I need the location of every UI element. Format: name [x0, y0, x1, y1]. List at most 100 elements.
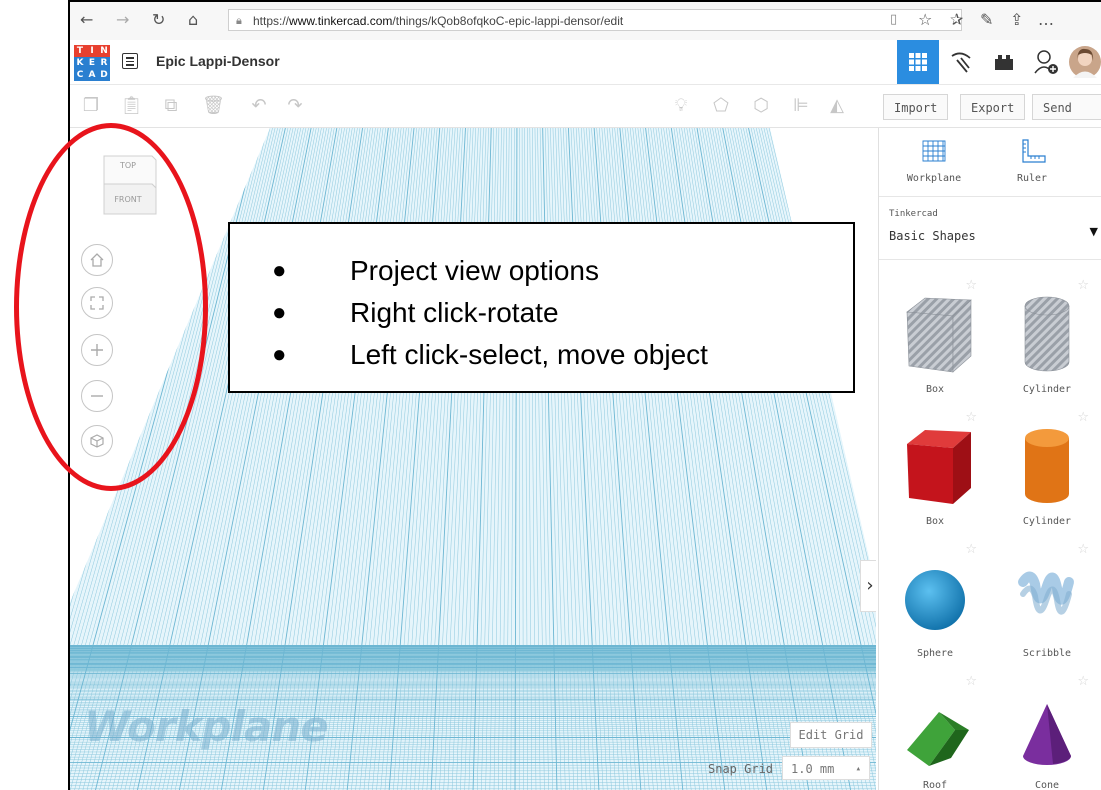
view-controls-highlight-ring: [14, 123, 208, 491]
group-icon[interactable]: ⬠: [710, 95, 732, 117]
favorite-star-icon[interactable]: ☆: [965, 278, 977, 293]
bricks-button[interactable]: [983, 40, 1025, 84]
sphere-icon: [905, 570, 965, 630]
logo-letter: T: [74, 45, 86, 57]
edit-grid-button[interactable]: Edit Grid: [790, 722, 872, 748]
shape-label: Roof: [922, 780, 948, 790]
favorite-star-icon[interactable]: ☆: [965, 542, 977, 557]
library-name: Basic Shapes: [889, 229, 976, 243]
box-hole-icon: [906, 297, 972, 373]
lock-icon: 🔒︎: [236, 15, 242, 27]
copy-icon[interactable]: ❐: [80, 95, 102, 117]
shape-label: Scribble: [1022, 648, 1072, 659]
project-title[interactable]: Epic Lappi-Densor: [156, 53, 280, 69]
add-user-icon: [1034, 50, 1058, 74]
forward-icon[interactable]: →: [116, 11, 129, 29]
logo-letter: I: [86, 45, 98, 57]
delete-icon[interactable]: 🗑︎: [202, 95, 225, 117]
workplane-icon: [922, 140, 946, 162]
mirror-icon[interactable]: ◭: [826, 95, 848, 117]
logo-letter: D: [98, 69, 110, 81]
shape-library-select[interactable]: Tinkercad Basic Shapes ▼: [879, 196, 1101, 260]
favorite-star-icon[interactable]: ☆: [1077, 674, 1089, 689]
favorite-star-icon[interactable]: ☆: [918, 11, 932, 29]
workplane-watermark: Workplane: [84, 702, 329, 751]
shape-tile-cylinder[interactable]: ☆ Cylinder: [991, 410, 1101, 540]
export-button[interactable]: Export: [960, 94, 1026, 120]
back-icon[interactable]: ←: [80, 11, 93, 29]
cylinder-icon: [1025, 429, 1069, 503]
avatar-image: [1068, 46, 1101, 78]
grid-icon: [909, 53, 927, 71]
favorite-star-icon[interactable]: ☆: [965, 674, 977, 689]
pen-icon[interactable]: ✎: [980, 11, 993, 29]
avatar[interactable]: [1066, 40, 1101, 84]
share-icon[interactable]: ⇪: [1010, 11, 1023, 29]
annotation-item: ● Project view options: [272, 255, 600, 286]
reading-view-icon[interactable]: ▯: [890, 11, 897, 29]
undo-icon[interactable]: ↶: [248, 95, 270, 117]
send-to-button[interactable]: Send To: [1032, 94, 1101, 141]
shape-tile-sphere[interactable]: ☆ Sphere: [879, 542, 991, 672]
shape-tile-cone[interactable]: ☆ Cone: [991, 674, 1101, 790]
shape-label: Cylinder: [1022, 516, 1072, 527]
annotation-callout: ● Project view options ● Right click-rotat…: [228, 222, 855, 393]
align-icon[interactable]: ⊫: [790, 95, 812, 117]
logo-letter: N: [98, 45, 110, 57]
3d-view-button[interactable]: [897, 40, 939, 84]
snap-grid-select[interactable]: 1.0 mm ▴: [782, 756, 870, 780]
ungroup-icon[interactable]: ⬡: [750, 95, 772, 117]
refresh-icon[interactable]: ↻: [152, 11, 165, 29]
panel-collapse-button[interactable]: ›: [860, 560, 876, 612]
cylinder-hole-icon: [1024, 296, 1070, 372]
import-button[interactable]: Import: [883, 94, 949, 120]
favorite-star-icon[interactable]: ☆: [1077, 410, 1089, 425]
url-bar[interactable]: 🔒︎ https://www.tinkercad.com/things/kQob8…: [228, 9, 962, 31]
logo-letter: R: [98, 57, 110, 69]
brick-icon: [995, 55, 1013, 70]
shape-tile-box-hole[interactable]: ☆ Box: [879, 278, 991, 408]
favorite-star-icon[interactable]: ☆: [1077, 542, 1089, 557]
edit-toolbar: ❐ 📋︎ ⧉ 🗑︎ ↶ ↷ 💡︎ ⬠ ⬡ ⊫ ◭ Import Export S…: [70, 85, 1101, 141]
annotation-item: ● Left click-select, move object: [272, 339, 708, 370]
shape-tile-roof[interactable]: ☆ Roof: [879, 674, 991, 790]
snap-grid-label: Snap Grid: [708, 762, 774, 776]
workplane-tool-label: Workplane: [906, 173, 962, 184]
shape-label: Cone: [1034, 780, 1060, 790]
ruler-tool[interactable]: Ruler: [987, 138, 1077, 184]
redo-icon[interactable]: ↷: [284, 95, 306, 117]
library-source: Tinkercad: [889, 209, 938, 219]
ruler-icon: [1022, 139, 1046, 163]
cone-icon: [1023, 704, 1071, 765]
annotation-list: ● Project view options ● Right click-rotat…: [272, 250, 708, 376]
more-icon[interactable]: …: [1038, 11, 1054, 29]
favorite-star-icon[interactable]: ☆: [965, 410, 977, 425]
logo-letter: E: [86, 57, 98, 69]
home-icon[interactable]: ⌂: [188, 11, 198, 29]
design-list-icon[interactable]: [122, 53, 138, 69]
dropdown-caret-icon: ▼: [1089, 225, 1098, 238]
shape-tile-scribble[interactable]: ☆ Scribble: [991, 542, 1101, 672]
browser-toolbar: ← → ↻ ⌂ 🔒︎ https://www.tinkercad.com/thin…: [70, 2, 1101, 41]
blocks-button[interactable]: [940, 40, 982, 84]
duplicate-icon[interactable]: ⧉: [160, 95, 182, 117]
favorite-star-icon[interactable]: ☆: [1077, 278, 1089, 293]
workplane-tool[interactable]: Workplane: [889, 138, 979, 184]
pickaxe-icon: [951, 52, 971, 73]
shape-label: Sphere: [916, 648, 954, 659]
scribble-icon: [1018, 571, 1074, 615]
logo-letter: C: [74, 69, 86, 81]
shape-tile-box[interactable]: ☆ Box: [879, 410, 991, 540]
box-icon: [907, 430, 971, 504]
app-header: TINKERCAD Epic Lappi-Densor: [70, 40, 1101, 85]
paste-icon[interactable]: 📋︎: [120, 95, 143, 117]
ruler-tool-label: Ruler: [1016, 173, 1048, 184]
invite-user-button[interactable]: [1025, 40, 1067, 84]
lightbulb-icon[interactable]: 💡︎: [670, 95, 692, 117]
tinkercad-logo[interactable]: TINKERCAD: [74, 45, 110, 81]
favorites-list-icon[interactable]: ✰: [950, 11, 963, 29]
shape-tile-cylinder-hole[interactable]: ☆ Cylinder: [991, 278, 1101, 408]
app-frame: ← → ↻ ⌂ 🔒︎ https://www.tinkercad.com/thin…: [68, 0, 1101, 790]
shape-label: Cylinder: [1022, 384, 1072, 395]
annotation-item: ● Right click-rotate: [272, 297, 559, 328]
